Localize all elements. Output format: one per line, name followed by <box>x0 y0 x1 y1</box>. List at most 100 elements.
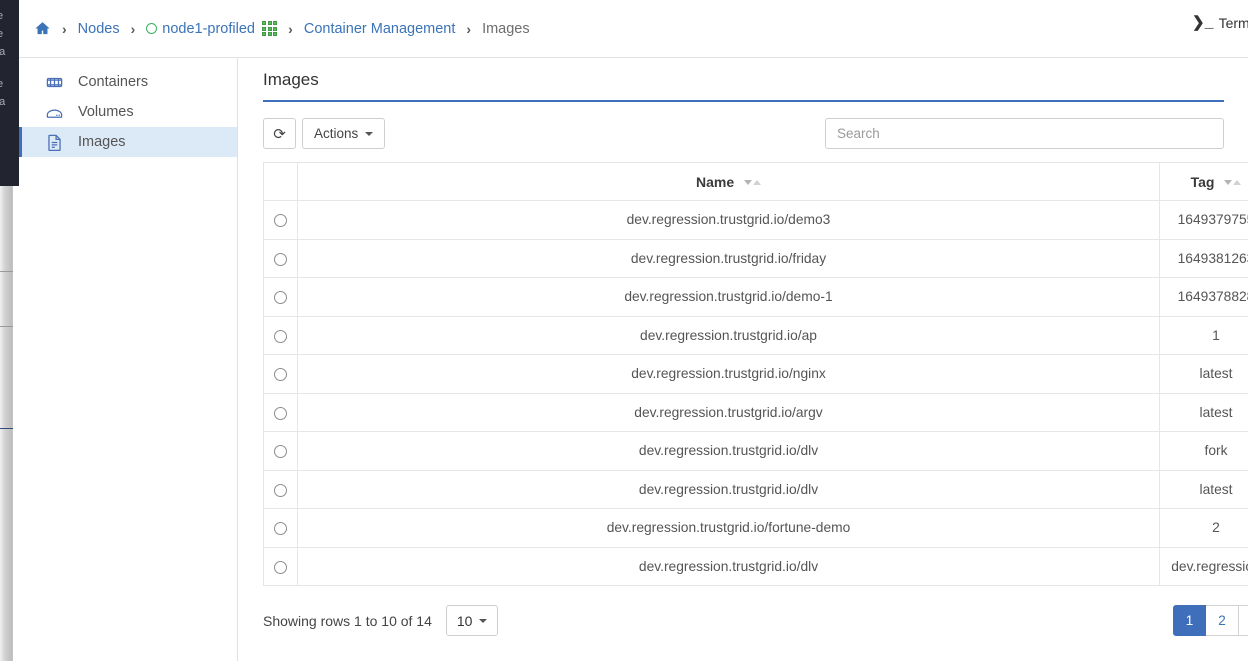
breadcrumb-separator: › <box>62 20 67 37</box>
row-radio-button[interactable] <box>274 291 287 305</box>
main-content: Images ⟳ Actions Name <box>239 58 1248 661</box>
nav-fragment: 'a <box>0 96 6 108</box>
nav-fragment: e <box>0 78 4 90</box>
sort-descending-icon[interactable] <box>1224 180 1233 186</box>
row-radio-button[interactable] <box>274 522 287 536</box>
table-row[interactable]: dev.regression.trustgrid.io/fortune-demo… <box>263 508 1248 548</box>
table-row[interactable]: dev.regression.trustgrid.io/dlv latest <box>263 469 1248 509</box>
sidebar-item-volumes[interactable]: Volumes <box>19 97 237 127</box>
column-header-name[interactable]: Name <box>297 162 1160 201</box>
table-row[interactable]: dev.regression.trustgrid.io/argv latest <box>263 392 1248 432</box>
pagination-button-1[interactable]: 1 <box>1173 605 1206 636</box>
pagination-button-2[interactable]: 2 <box>1206 605 1239 636</box>
row-radio-button[interactable] <box>274 483 287 497</box>
showing-rows-text: Showing rows 1 to 10 of 14 <box>263 612 432 629</box>
sort-ascending-icon[interactable] <box>753 180 762 186</box>
breadcrumb-node-label[interactable]: node1-profiled <box>162 21 255 37</box>
actions-button[interactable]: Actions <box>302 118 386 149</box>
pagination-button-next[interactable]: > <box>1239 605 1248 636</box>
search-input[interactable] <box>825 118 1224 149</box>
row-radio-button[interactable] <box>274 368 287 382</box>
sidebar-item-label: Volumes <box>78 104 134 120</box>
row-radio-button[interactable] <box>274 329 287 343</box>
table-row[interactable]: dev.regression.trustgrid.io/dlv fork <box>263 431 1248 471</box>
table-row[interactable]: dev.regression.trustgrid.io/nginx latest <box>263 354 1248 394</box>
cell-name: dev.regression.trustgrid.io/dlv <box>297 431 1160 471</box>
refresh-button[interactable]: ⟳ <box>263 118 296 149</box>
page-size-select[interactable]: 10 <box>445 605 499 636</box>
cell-name: dev.regression.trustgrid.io/demo-1 <box>297 277 1160 317</box>
table-row[interactable]: dev.regression.trustgrid.io/friday 164938… <box>263 238 1248 278</box>
cell-name: dev.regression.trustgrid.io/nginx <box>297 354 1160 394</box>
container-icon <box>44 72 64 92</box>
terminal-button[interactable]: ❯_ Terminal <box>1192 13 1248 33</box>
cell-tag: dev.regression <box>1159 546 1248 586</box>
sidebar-item-containers[interactable]: Containers <box>19 67 237 97</box>
sort-descending-icon[interactable] <box>744 180 753 186</box>
row-radio-button[interactable] <box>274 560 287 574</box>
cell-tag: 1649381263 <box>1159 238 1248 278</box>
breadcrumb-bar: › Nodes › node1-profiled › Container Man… <box>19 0 1248 58</box>
nav-fragment: e <box>0 28 4 40</box>
page-size-value: 10 <box>456 612 473 629</box>
column-header-tag-label: Tag <box>1190 173 1215 190</box>
breadcrumb-item-nodes[interactable]: Nodes <box>78 21 120 37</box>
sort-ascending-icon[interactable] <box>1233 180 1242 186</box>
sort-icons[interactable] <box>1224 180 1242 186</box>
sidebar-item-label: Containers <box>78 74 149 90</box>
refresh-icon: ⟳ <box>273 125 286 143</box>
volume-icon <box>44 102 64 122</box>
image-file-icon <box>44 132 64 152</box>
breadcrumb-separator: › <box>288 20 293 37</box>
sort-icons[interactable] <box>744 180 762 186</box>
row-select-cell[interactable] <box>263 238 298 278</box>
table-row[interactable]: dev.regression.trustgrid.io/demo3 1649379… <box>263 200 1248 240</box>
cell-name: dev.regression.trustgrid.io/friday <box>297 238 1160 278</box>
node-grid-icon[interactable] <box>261 20 278 37</box>
table-toolbar: ⟳ Actions <box>263 118 1224 149</box>
title-underline <box>263 100 1224 102</box>
row-radio-button[interactable] <box>274 252 287 266</box>
table-row[interactable]: dev.regression.trustgrid.io/dlv dev.regre… <box>263 546 1248 586</box>
actions-label: Actions <box>314 126 359 141</box>
row-radio-button[interactable] <box>274 445 287 459</box>
breadcrumb-item-container-management[interactable]: Container Management <box>304 21 456 37</box>
row-select-cell[interactable] <box>263 431 298 471</box>
cell-tag: latest <box>1159 392 1248 432</box>
cell-name: dev.regression.trustgrid.io/fortune-demo <box>297 508 1160 548</box>
node-status-icon <box>146 23 158 34</box>
sidebar-item-images[interactable]: Images <box>19 127 237 157</box>
row-select-cell[interactable] <box>263 200 298 240</box>
chevron-down-icon <box>479 618 488 623</box>
cell-name: dev.regression.trustgrid.io/ap <box>297 315 1160 355</box>
row-select-cell[interactable] <box>263 277 298 317</box>
row-select-cell[interactable] <box>263 315 298 355</box>
page-scrollbar[interactable] <box>0 186 13 661</box>
cell-tag: 1 <box>1159 315 1248 355</box>
column-header-tag[interactable]: Tag <box>1159 162 1248 201</box>
table-row[interactable]: dev.regression.trustgrid.io/demo-1 164937… <box>263 277 1248 317</box>
table-body: dev.regression.trustgrid.io/demo3 1649379… <box>263 200 1248 586</box>
global-nav-strip[interactable]: e e 'a e 'a <box>0 0 19 186</box>
breadcrumb-item-images: Images <box>482 20 530 37</box>
cell-name: dev.regression.trustgrid.io/argv <box>297 392 1160 432</box>
table-row[interactable]: dev.regression.trustgrid.io/ap 1 <box>263 315 1248 355</box>
images-table-wrapper: Name Tag dev.regression.trustgrid.io/dem… <box>263 162 1248 586</box>
row-radio-button[interactable] <box>274 214 287 228</box>
cell-tag: fork <box>1159 431 1248 471</box>
row-select-cell[interactable] <box>263 546 298 586</box>
cell-name: dev.regression.trustgrid.io/dlv <box>297 546 1160 586</box>
home-icon[interactable] <box>34 20 51 37</box>
row-select-cell[interactable] <box>263 508 298 548</box>
row-select-cell[interactable] <box>263 392 298 432</box>
pagination: 12> <box>1173 605 1248 636</box>
nav-fragment: e <box>0 10 4 22</box>
terminal-icon: ❯_ <box>1192 15 1214 32</box>
row-select-cell[interactable] <box>263 469 298 509</box>
breadcrumb-item-node[interactable]: node1-profiled <box>146 20 278 37</box>
terminal-label: Terminal <box>1218 14 1248 31</box>
cell-tag: 1649378828 <box>1159 277 1248 317</box>
row-select-cell[interactable] <box>263 354 298 394</box>
cell-tag: latest <box>1159 469 1248 509</box>
row-radio-button[interactable] <box>274 406 287 420</box>
